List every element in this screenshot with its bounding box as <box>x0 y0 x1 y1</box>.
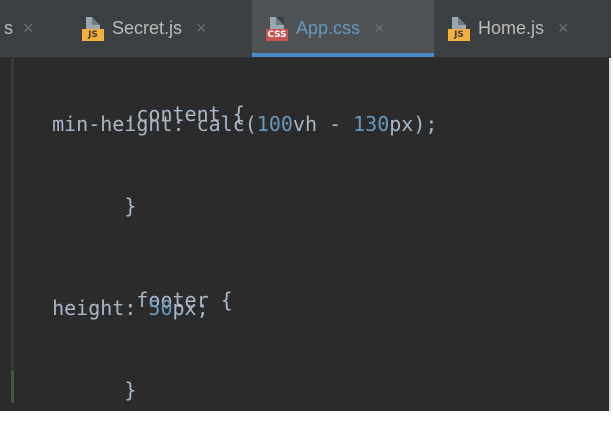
tab-label: App.css <box>296 18 361 38</box>
js-file-icon: JS <box>82 16 104 42</box>
close-icon[interactable]: × <box>196 18 207 39</box>
code-line-1: .content { <box>124 102 245 126</box>
code-line-7: } <box>124 378 137 402</box>
code-line-5: .footer { <box>124 288 233 312</box>
tab-label: s <box>4 18 13 38</box>
code-line-2: min-height: calc(100vh - 130px); <box>28 112 438 136</box>
tab-label: Secret.js <box>112 18 183 38</box>
close-icon[interactable]: × <box>558 18 569 39</box>
tab-partial[interactable]: s × <box>0 0 62 57</box>
close-icon[interactable]: × <box>374 18 385 39</box>
code-editor[interactable]: .content { min-height: calc(100vh - 130p… <box>0 58 611 411</box>
js-file-icon: JS <box>448 16 470 42</box>
code-line-3: } <box>124 194 137 218</box>
gutter-change-marker <box>11 371 14 403</box>
editor-tab-bar: s × JS Secret.js × CSS App.css × JS Home… <box>0 0 611 58</box>
screenshot-frame: s × JS Secret.js × CSS App.css × JS Home… <box>0 0 613 411</box>
tab-app-css[interactable]: CSS App.css × <box>252 0 434 57</box>
code-line-6: height: 50px; <box>28 296 209 320</box>
tab-label: Home.js <box>478 18 545 38</box>
editor-window: s × JS Secret.js × CSS App.css × JS Home… <box>0 0 611 411</box>
css-file-icon: CSS <box>266 16 288 42</box>
close-icon[interactable]: × <box>23 18 34 39</box>
gutter <box>11 58 14 403</box>
active-tab-underline <box>252 53 434 57</box>
tab-secret-js[interactable]: JS Secret.js × <box>82 0 242 57</box>
tab-home-js[interactable]: JS Home.js × <box>448 0 611 57</box>
